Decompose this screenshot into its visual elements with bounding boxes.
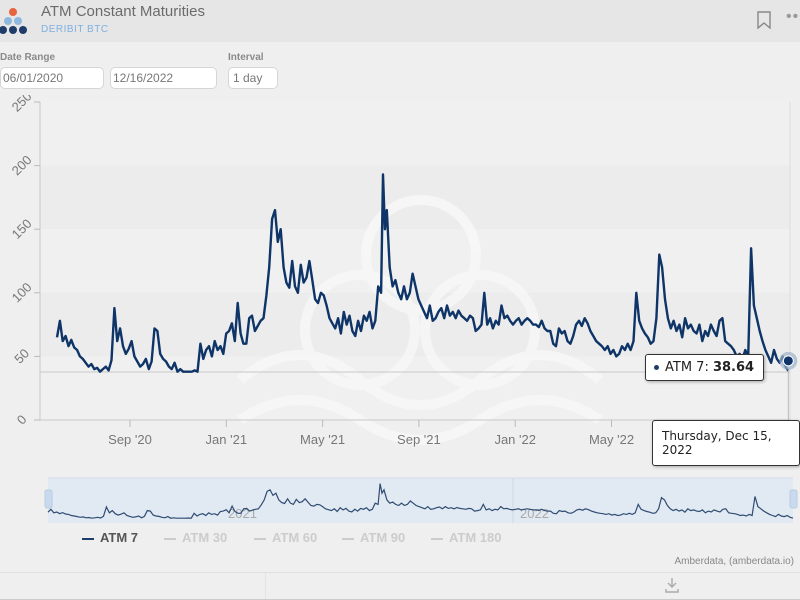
x-tick-label: May '21	[300, 432, 345, 447]
legend-item-atm-90[interactable]: ATM 90	[342, 530, 405, 545]
footer-divider	[265, 573, 266, 599]
x-tick-label: Sep '20	[108, 432, 152, 447]
app-header: ATM Constant Maturities DERIBIT BTC •••	[0, 0, 800, 42]
legend-item-atm-30[interactable]: ATM 30	[164, 530, 227, 545]
interval-select[interactable]: 1 day	[228, 67, 278, 89]
tooltip-value: 38.64	[712, 360, 755, 375]
legend-item-atm-7[interactable]: ATM 7	[82, 530, 138, 545]
x-tick-label: May '22	[589, 432, 634, 447]
download-icon[interactable]	[665, 577, 679, 593]
interval-label: Interval	[228, 52, 264, 63]
navigator-label: 2021	[228, 506, 257, 521]
y-tick-label: 250	[9, 95, 35, 115]
y-tick-label: 0	[14, 412, 30, 428]
chart-area: 0 50 100 150 200 250 Sep '20 Jan '21 May '21 Sep…	[9, 95, 798, 523]
legend-label: ATM 7	[100, 530, 139, 545]
legend-dash-icon	[431, 537, 443, 540]
more-icon[interactable]: •••	[786, 8, 800, 26]
end-date-input[interactable]: 12/16/2022	[110, 67, 217, 89]
credit-text: Amberdata, (amberdata.io)	[674, 556, 794, 567]
legend-item-atm-180[interactable]: ATM 180	[431, 530, 502, 545]
y-tick-label: 150	[9, 216, 35, 242]
x-tick-label: Sep '21	[397, 432, 441, 447]
legend-dash-icon	[342, 537, 354, 540]
legend-label: ATM 90	[360, 530, 406, 545]
app-subtitle: DERIBIT BTC	[41, 24, 109, 35]
y-tick-label: 50	[11, 346, 32, 367]
legend-dash-icon	[254, 537, 266, 540]
navigator-label: 2022	[520, 506, 549, 521]
series-dot-icon	[654, 365, 659, 370]
navigator-right-handle[interactable]	[789, 489, 798, 509]
app-title: ATM Constant Maturities	[41, 3, 205, 20]
legend-label: ATM 180	[449, 530, 502, 545]
start-date-input[interactable]: 06/01/2020	[0, 67, 104, 89]
footer-bar	[0, 572, 800, 600]
navigator-left-handle[interactable]	[44, 489, 53, 509]
date-range-label: Date Range	[0, 52, 56, 63]
x-tick-label: Jan '22	[494, 432, 536, 447]
tooltip-series: ATM 7	[665, 360, 705, 375]
y-tick-label: 200	[9, 152, 35, 178]
bookmark-icon[interactable]	[757, 11, 771, 29]
amberdata-logo-icon	[0, 8, 27, 34]
legend-item-atm-60[interactable]: ATM 60	[254, 530, 317, 545]
date-tooltip: Thursday, Dec 15, 2022	[652, 420, 800, 466]
x-tick-label: Jan '21	[206, 432, 248, 447]
plot-band	[40, 102, 790, 166]
legend-dash-icon	[82, 537, 94, 540]
hover-point[interactable]	[782, 355, 794, 367]
legend-dash-icon	[164, 537, 176, 540]
navigator[interactable]: 2021 2022	[44, 477, 798, 523]
legend-label: ATM 30	[182, 530, 228, 545]
legend-label: ATM 60	[272, 530, 318, 545]
value-tooltip: ATM 7: 38.64	[645, 354, 765, 381]
y-tick-label: 100	[9, 279, 35, 305]
